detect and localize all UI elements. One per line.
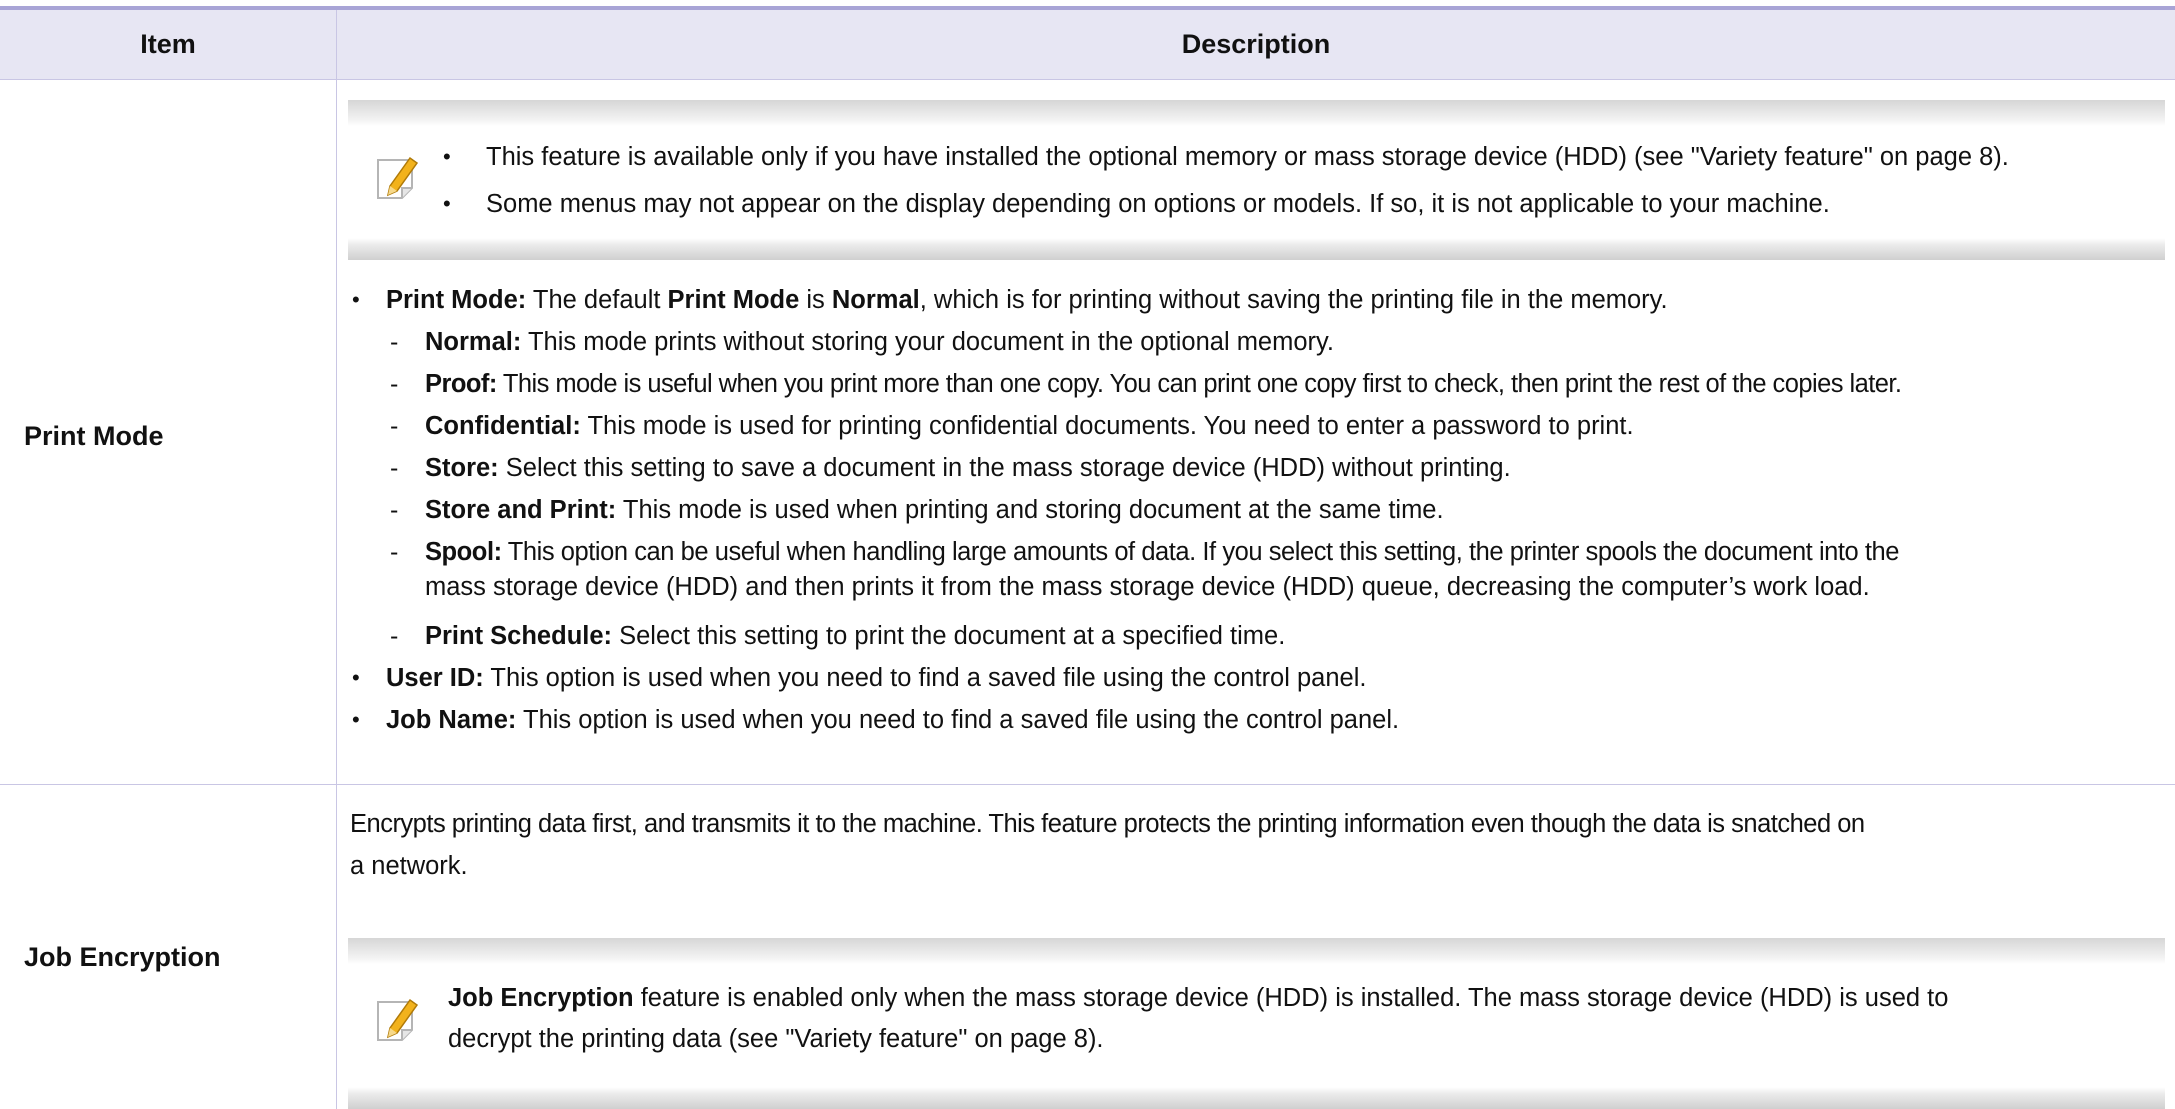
note-pencil-icon	[377, 998, 419, 1041]
bullet: •	[352, 287, 360, 312]
intro-text: , which is for printing without saving t…	[919, 286, 1668, 314]
mode-term: Spool:	[425, 538, 502, 566]
mode-term: Normal:	[425, 328, 522, 356]
bullet: •	[443, 191, 451, 216]
extra-text: This option is used when you need to fin…	[483, 664, 1367, 692]
mode-term: Print Schedule:	[425, 622, 613, 650]
mode-term: Proof:	[425, 370, 497, 398]
job-encryption-desc-2: a network.	[350, 852, 468, 880]
mode-text: This option can be useful when handling …	[501, 538, 1900, 566]
mode-confidential: Confidential: This mode is used for prin…	[425, 409, 1634, 443]
note-job-encryption-2: decrypt the printing data (see "Variety …	[448, 1025, 1104, 1053]
job-name-item: Job Name: This option is used when you n…	[386, 703, 1399, 737]
mode-text: Select this setting to save a document i…	[498, 454, 1511, 482]
dash: -	[390, 328, 399, 356]
note-bullet-2: Some menus may not appear on the display…	[486, 190, 1830, 218]
intro-bold: Normal	[831, 286, 920, 314]
dash: -	[390, 454, 399, 482]
intro-bold: Print Mode	[667, 286, 800, 314]
note-shade-bottom	[348, 1087, 2165, 1109]
note-shade-top	[348, 100, 2165, 126]
mode-normal: Normal: This mode prints without storing…	[425, 325, 1334, 359]
mode-term: Confidential:	[425, 412, 581, 440]
note-box: Job Encryption feature is enabled only w…	[348, 938, 2165, 1109]
dash: -	[390, 496, 399, 524]
header-description: Description	[1181, 29, 1331, 59]
mode-store: Store: Select this setting to save a doc…	[425, 451, 1511, 485]
note-shade-top	[348, 938, 2165, 964]
mode-text: This mode is useful when you print more …	[496, 370, 1902, 398]
table-header: Item Description	[0, 10, 2175, 80]
intro-text: is	[799, 286, 832, 314]
print-mode-intro: Print Mode: The default Print Mode is No…	[386, 283, 1668, 317]
intro-text: The default	[526, 286, 668, 314]
bullet: •	[352, 665, 360, 690]
row-label-print-mode: Print Mode	[24, 421, 164, 451]
row-label-job-encryption: Job Encryption	[24, 942, 221, 972]
extra-text: This option is used when you need to fin…	[516, 706, 1400, 734]
mode-proof: Proof: This mode is useful when you prin…	[425, 367, 1902, 401]
column-divider	[336, 10, 337, 1109]
mode-text: Select this setting to print the documen…	[612, 622, 1286, 650]
note-shade-bottom	[348, 238, 2165, 260]
dash: -	[390, 622, 399, 650]
mode-term: Store and Print:	[425, 496, 617, 524]
header-item: Item	[140, 29, 196, 59]
mode-print-schedule: Print Schedule: Select this setting to p…	[425, 619, 1285, 653]
note-text: feature is enabled only when the mass st…	[633, 984, 1949, 1012]
note-term: Job Encryption	[448, 984, 634, 1012]
mode-spool: Spool: This option can be useful when ha…	[425, 535, 1899, 569]
mode-term: Store:	[425, 454, 499, 482]
mode-text: This mode prints without storing your do…	[521, 328, 1334, 356]
extra-term: Job Name:	[386, 706, 517, 734]
job-encryption-desc-1: Encrypts printing data first, and transm…	[350, 810, 1865, 838]
note-pencil-icon	[377, 156, 419, 199]
extra-term: User ID:	[386, 664, 484, 692]
note-job-encryption-1: Job Encryption feature is enabled only w…	[448, 981, 1948, 1015]
mode-text: This mode is used when printing and stor…	[616, 496, 1444, 524]
note-bullet-1: This feature is available only if you ha…	[486, 143, 2009, 171]
dash: -	[390, 538, 399, 566]
bullet: •	[443, 144, 451, 169]
dash: -	[390, 370, 399, 398]
mode-spool-cont: mass storage device (HDD) and then print…	[425, 573, 1870, 601]
row-divider	[0, 784, 2175, 785]
mode-text: This mode is used for printing confident…	[580, 412, 1634, 440]
term-print-mode: Print Mode:	[386, 286, 527, 314]
mode-store-and-print: Store and Print: This mode is used when …	[425, 493, 1444, 527]
note-box: • This feature is available only if you …	[348, 100, 2165, 260]
user-id-item: User ID: This option is used when you ne…	[386, 661, 1366, 695]
dash: -	[390, 412, 399, 440]
bullet: •	[352, 707, 360, 732]
